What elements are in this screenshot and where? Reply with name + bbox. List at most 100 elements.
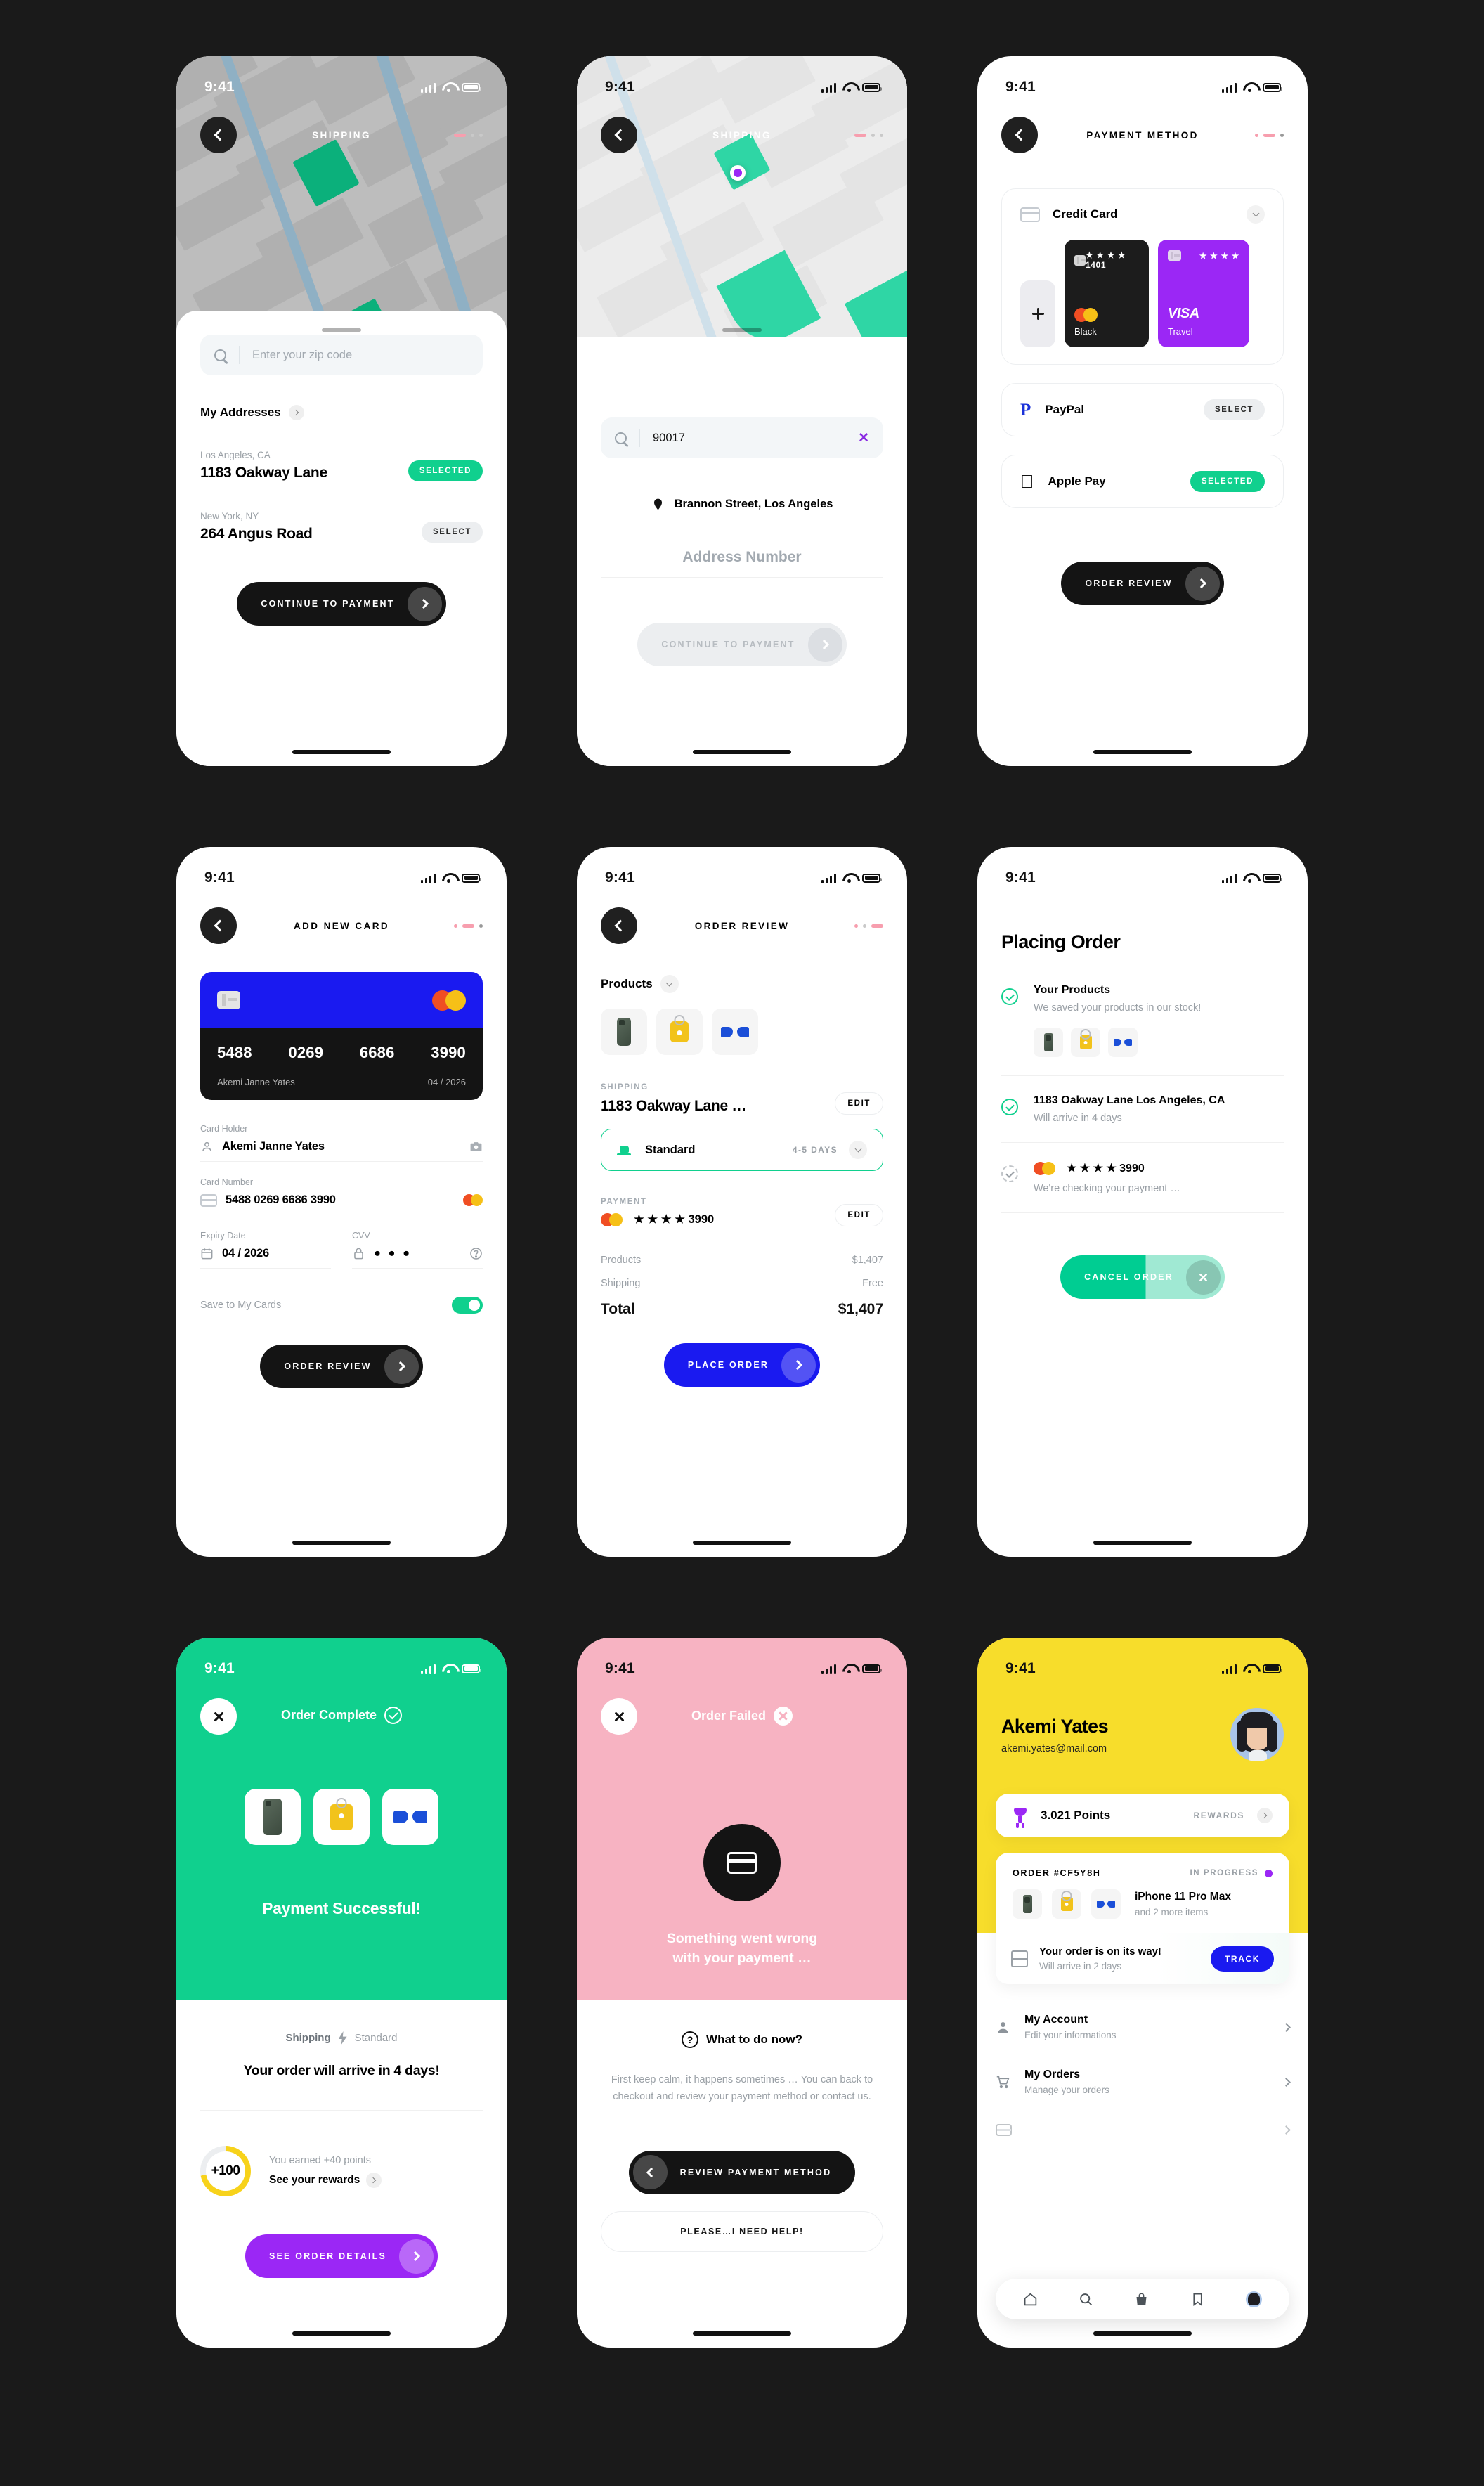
address-select-button[interactable]: SELECT: [422, 522, 483, 543]
products-header[interactable]: Products: [601, 975, 883, 993]
bag-icon[interactable]: [1134, 2292, 1149, 2307]
home-icon[interactable]: [1023, 2292, 1038, 2307]
order-summary: Shipping Standard Your order will arrive…: [200, 2031, 483, 2278]
bookmark-icon[interactable]: [1190, 2292, 1205, 2307]
chevron-down-icon[interactable]: [660, 975, 679, 993]
menu-item-partial[interactable]: [996, 2109, 1291, 2150]
address-street: 264 Angus Road: [200, 526, 313, 542]
card-item[interactable]: ★ ★ ★ ★ 1401 Black: [1065, 240, 1149, 347]
address-row[interactable]: New York, NY 264 Angus Road SELECT: [200, 511, 483, 543]
home-indicator: [292, 750, 391, 754]
applepay-select-button[interactable]: SELECTED: [1190, 471, 1265, 492]
zip-search-box[interactable]: 90017 ✕: [601, 417, 883, 458]
zip-search-input[interactable]: Enter your zip code: [252, 349, 469, 362]
address-row[interactable]: Los Angeles, CA 1183 Oakway Lane SELECTE…: [200, 450, 483, 481]
applepay-row[interactable]:  Apple Pay SELECTED: [1001, 455, 1284, 508]
chevron-down-icon[interactable]: [849, 1141, 867, 1159]
card-item[interactable]: ★ ★ ★ ★ VISA Travel: [1158, 240, 1249, 347]
back-button[interactable]: [1001, 117, 1038, 153]
credit-card-header[interactable]: Credit Card: [1020, 189, 1265, 240]
continue-to-payment-button[interactable]: CONTINUE TO PAYMENT: [237, 582, 446, 626]
product-thumb-keychain[interactable]: [656, 1009, 703, 1055]
shipping-label: Shipping: [285, 2032, 331, 2044]
order-card[interactable]: ORDER #CF5Y8H IN PROGRESS iPhone 11 Pro …: [996, 1853, 1289, 1984]
rewards-row[interactable]: +100 You earned +40 points See your rewa…: [200, 2146, 483, 2196]
card-number-input[interactable]: 5488 0269 6686 3990: [226, 1193, 455, 1207]
chevron-right-icon[interactable]: [1257, 1808, 1273, 1823]
see-order-details-button[interactable]: SEE ORDER DETAILS: [245, 2234, 438, 2278]
address-sheet: Enter your zip code My Addresses Los Ang…: [176, 311, 507, 766]
map-drag-handle[interactable]: [322, 328, 361, 332]
nav-bar: ORDER REVIEW: [577, 907, 907, 944]
address-select-button[interactable]: SELECTED: [408, 460, 483, 481]
menu-item-my-account[interactable]: My Account Edit your informations: [996, 2000, 1291, 2054]
chevron-down-icon[interactable]: [1247, 205, 1265, 224]
wifi-icon: [442, 873, 455, 883]
credit-card-panel: Credit Card ★ ★ ★ ★ 1401 Black ★ ★ ★ ★ V…: [1001, 188, 1284, 365]
help-icon[interactable]: [469, 1247, 483, 1260]
menu-item-my-orders[interactable]: My Orders Manage your orders: [996, 2054, 1291, 2109]
save-card-row[interactable]: Save to My Cards: [200, 1297, 483, 1314]
search-result-row[interactable]: Brannon Street, Los Angeles: [601, 498, 883, 511]
mastercard-icon: [1074, 308, 1139, 322]
close-button[interactable]: [200, 1698, 237, 1735]
cancel-order-button[interactable]: CANCEL ORDER: [1060, 1255, 1225, 1299]
order-review-button[interactable]: ORDER REVIEW: [260, 1345, 423, 1388]
edit-shipping-button[interactable]: EDIT: [835, 1092, 883, 1115]
track-button[interactable]: TRACK: [1211, 1946, 1274, 1972]
profile-tab-avatar[interactable]: [1245, 2291, 1262, 2307]
add-card-button[interactable]: [1020, 280, 1055, 347]
battery-icon: [1263, 82, 1282, 92]
camera-icon[interactable]: [469, 1140, 483, 1153]
screens-grid: 9:41 SHIPPING Enter your zip code My Add…: [0, 0, 1484, 2486]
points-card[interactable]: 3.021 Points REWARDS: [996, 1794, 1289, 1837]
card-holder-input[interactable]: Akemi Janne Yates: [222, 1140, 461, 1153]
plus-icon: [1031, 308, 1044, 320]
avatar[interactable]: [1230, 1708, 1284, 1761]
status-bar: 9:41: [176, 56, 507, 103]
map-drag-handle[interactable]: [722, 328, 762, 332]
track-row[interactable]: Your order is on its way! Will arrive in…: [996, 1933, 1289, 1984]
paypal-select-button[interactable]: SELECT: [1204, 399, 1265, 420]
totals-row: Shipping Free: [601, 1278, 883, 1289]
expiry-input[interactable]: 04 / 2026: [222, 1247, 331, 1260]
address-number-input[interactable]: Address Number: [682, 549, 801, 565]
back-button[interactable]: [200, 117, 237, 153]
review-payment-method-button[interactable]: REVIEW PAYMENT METHOD: [628, 2150, 856, 2194]
save-card-toggle[interactable]: [452, 1297, 483, 1314]
expiry-field[interactable]: Expiry Date 04 / 2026: [200, 1231, 331, 1269]
order-review-button[interactable]: ORDER REVIEW: [1061, 562, 1224, 605]
product-thumb-sunglasses[interactable]: [712, 1009, 758, 1055]
need-help-button[interactable]: PLEASE…I NEED HELP!: [601, 2210, 883, 2252]
card-holder-field[interactable]: Card Holder Akemi Janne Yates: [200, 1124, 483, 1162]
home-indicator: [292, 2331, 391, 2336]
paypal-row[interactable]: P PayPal SELECT: [1001, 383, 1284, 436]
edit-payment-button[interactable]: EDIT: [835, 1204, 883, 1226]
screen-shipping-addresses: 9:41 SHIPPING Enter your zip code My Add…: [176, 56, 507, 766]
see-rewards-link[interactable]: See your rewards: [269, 2172, 382, 2188]
clear-icon[interactable]: ✕: [858, 430, 869, 446]
shipping-summary: SHIPPING 1183 Oakway Lane … EDIT: [601, 1083, 883, 1115]
cvv-field[interactable]: CVV ● ● ●: [352, 1231, 483, 1269]
back-button[interactable]: [601, 117, 637, 153]
product-thumb-iphone[interactable]: [601, 1009, 647, 1055]
search-icon[interactable]: [1079, 2292, 1093, 2307]
zip-search-input[interactable]: 90017: [653, 432, 858, 445]
place-order-button[interactable]: PLACE ORDER: [663, 1343, 821, 1387]
address-number-field[interactable]: Address Number: [601, 549, 883, 578]
chevron-right-icon[interactable]: [288, 405, 304, 420]
close-button[interactable]: [601, 1698, 637, 1735]
cvv-input[interactable]: ● ● ●: [374, 1247, 461, 1260]
wifi-icon: [1243, 873, 1256, 883]
wifi-icon: [1243, 1664, 1256, 1673]
close-icon: [613, 1711, 625, 1723]
profile-header: Akemi Yates akemi.yates@mail.com: [1001, 1708, 1284, 1761]
arrival-message: Your order will arrive in 4 days!: [243, 2063, 440, 2078]
back-button[interactable]: [200, 907, 237, 944]
zip-search-box[interactable]: Enter your zip code: [200, 335, 483, 375]
map-pin-icon[interactable]: [730, 165, 746, 181]
continue-to-payment-button[interactable]: CONTINUE TO PAYMENT: [637, 623, 847, 666]
card-number-field[interactable]: Card Number 5488 0269 6686 3990: [200, 1177, 483, 1215]
back-button[interactable]: [601, 907, 637, 944]
shipping-option-row[interactable]: Standard 4-5 DAYS: [601, 1129, 883, 1171]
